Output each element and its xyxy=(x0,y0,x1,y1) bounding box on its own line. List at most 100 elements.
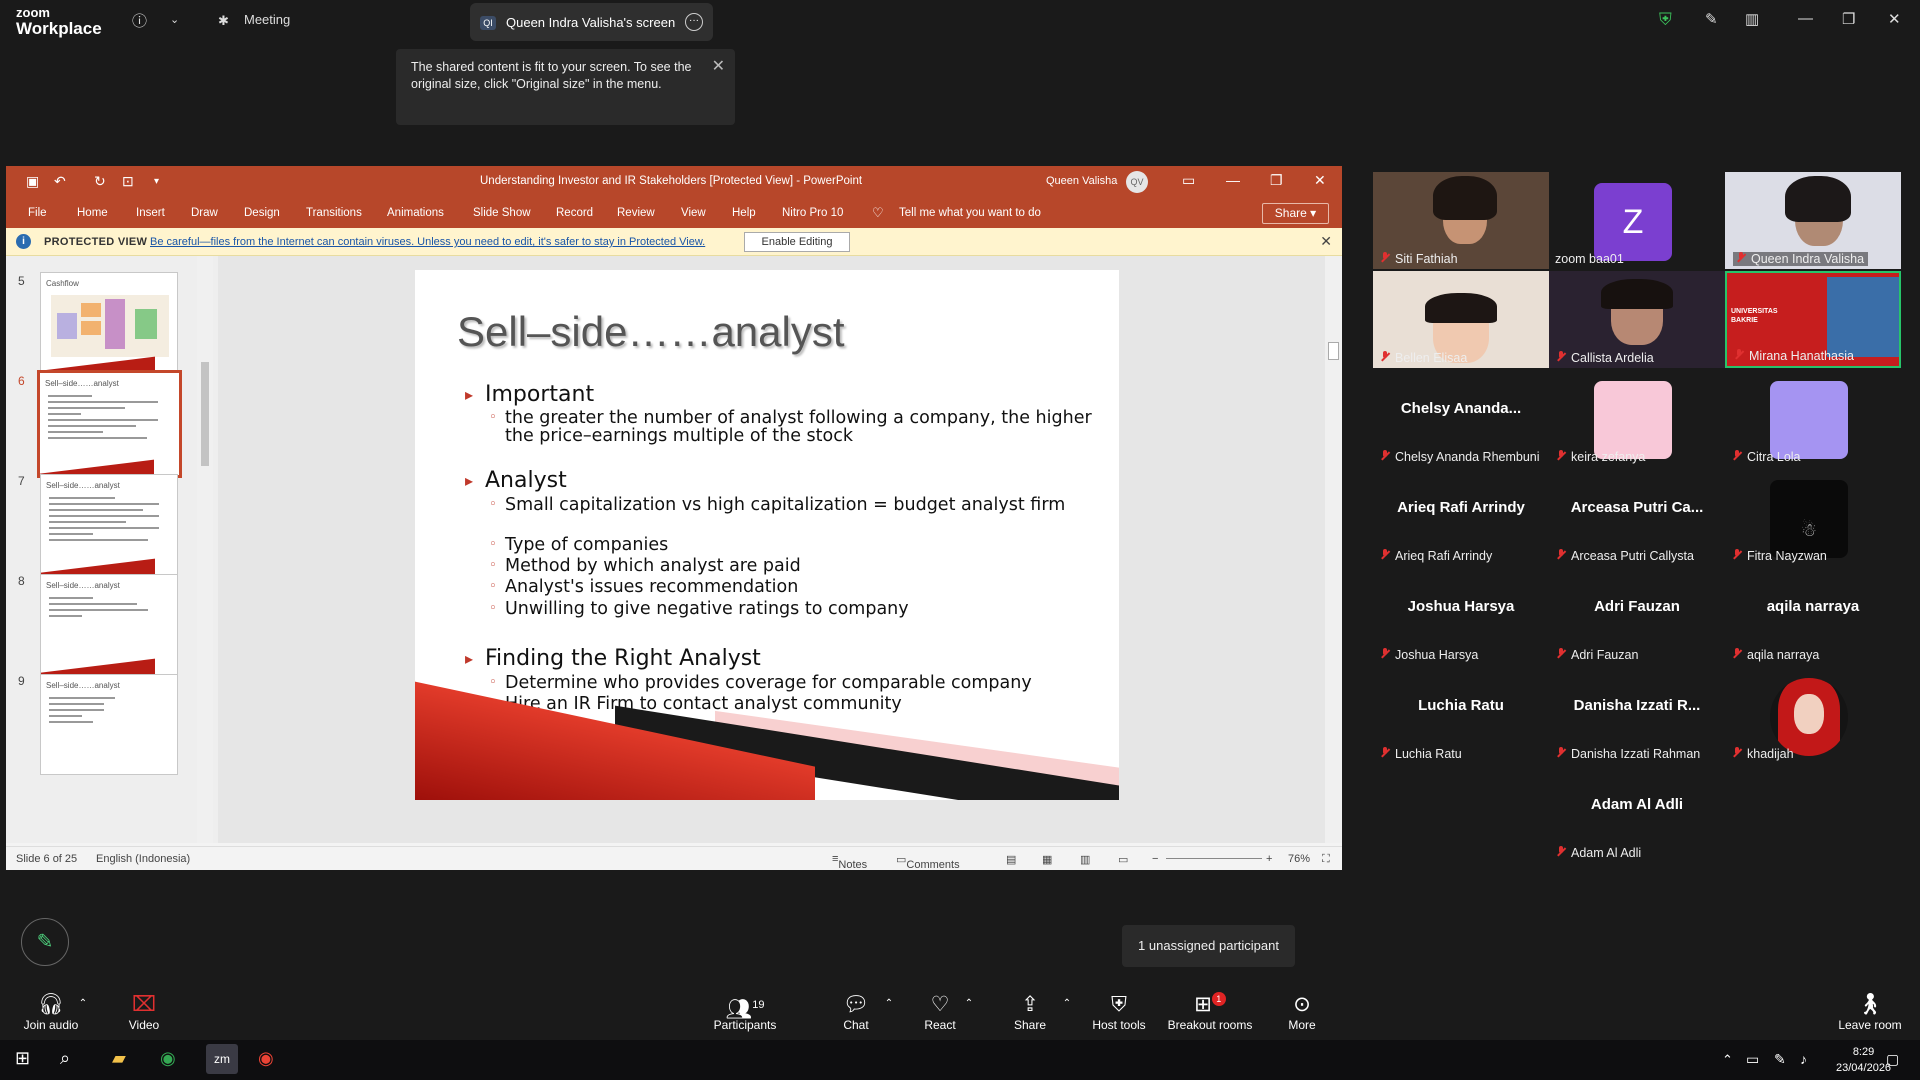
react-button[interactable]: ♡ React xyxy=(918,980,962,1040)
zoom-out-icon[interactable]: − xyxy=(1152,853,1158,865)
chrome-icon[interactable]: ◉ xyxy=(160,1048,176,1069)
video-tile-active-speaker[interactable]: UNIVERSITAS BAKRIE Mirana Hanathasia xyxy=(1725,271,1901,368)
chevron-up-icon[interactable]: ⌃ xyxy=(1722,1052,1733,1068)
restore-icon[interactable]: ❐ xyxy=(1270,172,1283,189)
annotate-pencil-button[interactable]: ✎ xyxy=(21,918,69,966)
layout-icon[interactable]: ▥ xyxy=(1745,10,1759,28)
participant-tile[interactable]: Citra Lola xyxy=(1725,370,1901,467)
zoom-in-icon[interactable]: + xyxy=(1266,853,1272,865)
reading-view-icon[interactable]: ▥ xyxy=(1080,853,1090,866)
slide-thumbnail-selected[interactable]: Sell–side……analyst xyxy=(37,370,182,478)
participants-button[interactable]: 👥︎19 Participants xyxy=(708,980,782,1040)
host-tools-button[interactable]: ⛨ Host tools xyxy=(1088,980,1150,1040)
chevron-up-icon[interactable]: ⌃ xyxy=(1060,998,1074,1012)
close-icon[interactable]: ✕ xyxy=(1314,172,1326,189)
meeting-button[interactable]: Meeting xyxy=(244,12,290,27)
chat-button[interactable]: 💬︎ Chat xyxy=(836,980,876,1040)
ribbon-display-icon[interactable]: ▭ xyxy=(1182,172,1195,189)
close-icon[interactable]: ✕ xyxy=(712,56,725,76)
slide-sorter-icon[interactable]: ▦ xyxy=(1042,853,1052,866)
participant-tile[interactable]: Joshua Harsya Joshua Harsya xyxy=(1373,568,1549,665)
chrome-icon[interactable]: ◉ xyxy=(258,1048,274,1069)
participant-tile[interactable]: Adam Al Adli Adam Al Adli xyxy=(1549,766,1725,863)
tab-draw[interactable]: Draw xyxy=(191,207,218,219)
notes-button[interactable]: ≡ Notes xyxy=(832,853,867,871)
language-indicator[interactable]: English (Indonesia) xyxy=(96,853,190,865)
video-button[interactable]: ⌧ Video xyxy=(118,980,170,1040)
windows-start-icon[interactable]: ⊞ xyxy=(15,1048,30,1069)
participant-tile[interactable]: keira zefanya xyxy=(1549,370,1725,467)
zoom-slider[interactable] xyxy=(1166,858,1262,859)
minimize-icon[interactable]: — xyxy=(1226,172,1240,188)
participant-tile[interactable]: Danisha Izzati R... Danisha Izzati Rahma… xyxy=(1549,667,1725,764)
chevron-up-icon[interactable]: ⌃ xyxy=(962,998,976,1012)
search-icon[interactable]: ⌕ xyxy=(60,1048,70,1069)
customize-qat-icon[interactable]: ▾ xyxy=(154,176,159,187)
participant-tile[interactable]: Arieq Rafi Arrindy Arieq Rafi Arrindy xyxy=(1373,469,1549,566)
tab-review[interactable]: Review xyxy=(617,207,655,219)
tab-transitions[interactable]: Transitions xyxy=(306,207,362,219)
participant-tile[interactable]: ☃ Fitra Nayzwan xyxy=(1725,469,1901,566)
close-icon[interactable]: ✕ xyxy=(1320,233,1332,250)
zoom-level[interactable]: 76% xyxy=(1288,853,1310,865)
tab-file[interactable]: File xyxy=(28,207,47,219)
share-screen-button[interactable]: ⇪ Share xyxy=(1008,980,1052,1040)
video-tile[interactable]: Siti Fathiah xyxy=(1373,172,1549,269)
leave-room-button[interactable]: 🚶︎ Leave room xyxy=(1834,980,1906,1040)
participant-tile[interactable]: Chelsy Ananda... Chelsy Ananda Rhembuni xyxy=(1373,370,1549,467)
tab-slide-show[interactable]: Slide Show xyxy=(473,207,531,219)
avatar[interactable]: QV xyxy=(1126,171,1148,193)
fit-slide-icon[interactable]: ⛶ xyxy=(1322,853,1330,866)
tab-home[interactable]: Home xyxy=(77,207,108,219)
slide-thumbnail[interactable]: Sell–side……analyst xyxy=(40,474,178,575)
tab-insert[interactable]: Insert xyxy=(136,207,165,219)
protected-view-message[interactable]: Be careful—files from the Internet can c… xyxy=(150,236,705,248)
breakout-rooms-button[interactable]: ⊞ 1 Breakout rooms xyxy=(1166,980,1254,1040)
clock[interactable]: 8:29 23/04/2026 xyxy=(1836,1044,1891,1076)
tell-me-search[interactable]: Tell me what you want to do xyxy=(899,207,1041,219)
notification-icon[interactable]: ▢ xyxy=(1886,1051,1899,1068)
network-icon[interactable]: ▭ xyxy=(1746,1051,1759,1068)
tab-view[interactable]: View xyxy=(681,207,706,219)
more-button[interactable]: ⊙ More xyxy=(1282,980,1322,1040)
present-icon[interactable]: ⊡ xyxy=(122,173,134,190)
chevron-up-icon[interactable]: ⌃ xyxy=(882,998,896,1012)
speaker-icon[interactable]: ♪ xyxy=(1800,1051,1807,1067)
minimize-icon[interactable]: — xyxy=(1798,10,1813,27)
redo-icon[interactable]: ↻ xyxy=(94,173,106,190)
normal-view-icon[interactable]: ▤ xyxy=(1006,853,1016,866)
participant-tile[interactable]: Arceasa Putri Ca... Arceasa Putri Callys… xyxy=(1549,469,1725,566)
enable-editing-button[interactable]: Enable Editing xyxy=(744,232,850,252)
tab-help[interactable]: Help xyxy=(732,207,756,219)
restore-icon[interactable]: ❐ xyxy=(1842,10,1855,28)
file-explorer-icon[interactable]: ▰ xyxy=(112,1048,126,1069)
video-tile[interactable]: Bellen Elisaa xyxy=(1373,271,1549,368)
tab-animations[interactable]: Animations xyxy=(387,207,444,219)
chevron-down-icon[interactable]: ⌄ xyxy=(170,13,179,26)
undo-icon[interactable]: ↶ xyxy=(54,173,66,190)
participant-tile[interactable]: Luchia Ratu Luchia Ratu xyxy=(1373,667,1549,764)
slide-thumbnail[interactable]: Sell–side……analyst xyxy=(40,574,178,675)
pen-icon[interactable]: ✎ xyxy=(1774,1051,1786,1068)
share-button[interactable]: Share ▾ xyxy=(1262,203,1329,224)
info-icon[interactable]: ⓘ xyxy=(132,10,147,31)
save-icon[interactable]: ▣ xyxy=(26,173,39,190)
tab-record[interactable]: Record xyxy=(556,207,593,219)
shield-icon[interactable]: ⛨ xyxy=(1659,10,1672,30)
video-tile[interactable]: Z zoom baa01 xyxy=(1549,172,1725,269)
video-tile[interactable]: Callista Ardelia xyxy=(1549,271,1725,368)
shared-screen-tab[interactable]: QI Queen Indra Valisha's screen ··· xyxy=(470,3,713,41)
slide-thumbnail[interactable]: Cashflow xyxy=(40,272,178,373)
annotate-pen-icon[interactable]: ✎ xyxy=(1705,10,1718,28)
zoom-app-icon[interactable]: zm xyxy=(206,1044,238,1074)
unassigned-participant-notice[interactable]: 1 unassigned participant xyxy=(1122,925,1295,967)
slide-thumbnail[interactable]: Sell–side……analyst xyxy=(40,674,178,775)
participant-tile[interactable]: aqila narraya aqila narraya xyxy=(1725,568,1901,665)
close-icon[interactable]: ✕ xyxy=(1888,10,1901,28)
participant-tile[interactable]: Adri Fauzan Adri Fauzan xyxy=(1549,568,1725,665)
slideshow-icon[interactable]: ▭ xyxy=(1118,853,1128,866)
comments-button[interactable]: ▭ Comments xyxy=(896,853,960,871)
video-tile[interactable]: Queen Indra Valisha xyxy=(1725,172,1901,269)
participant-tile[interactable]: khadijah xyxy=(1725,667,1901,764)
tab-design[interactable]: Design xyxy=(244,207,280,219)
